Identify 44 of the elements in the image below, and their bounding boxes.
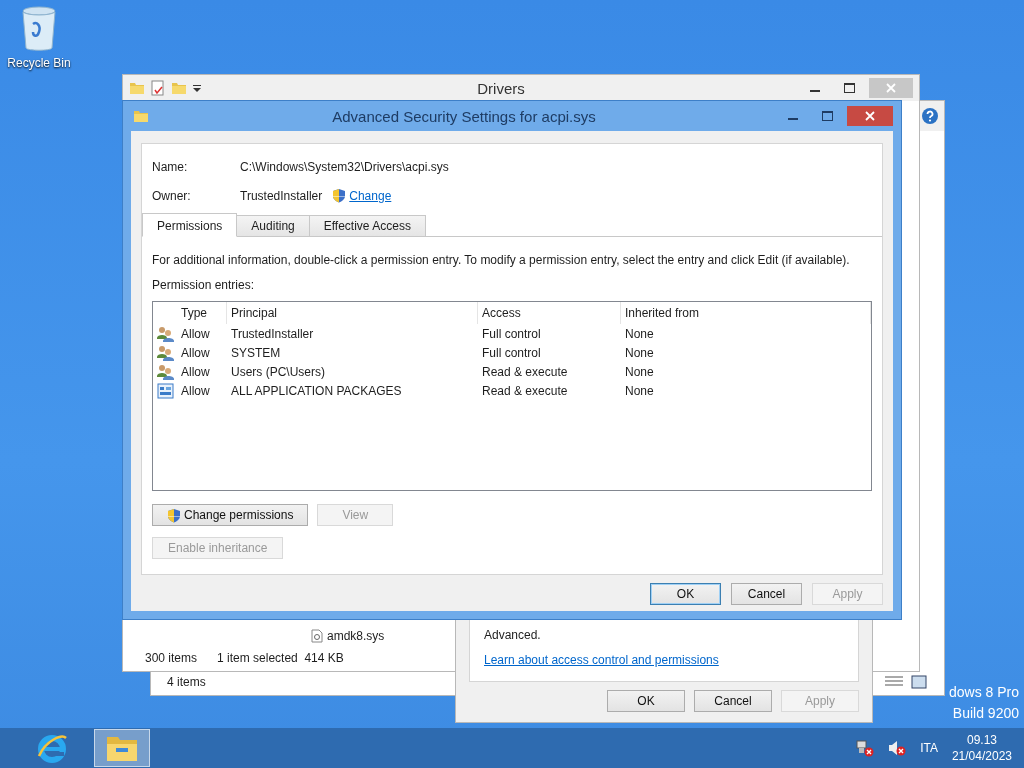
file-name[interactable]: amdk8.sys bbox=[327, 629, 385, 643]
table-cell-text: SYSTEM bbox=[230, 344, 282, 362]
table-cell-text: Allow bbox=[180, 344, 211, 362]
language-indicator[interactable]: ITA bbox=[920, 741, 938, 755]
table-cell-text: None bbox=[624, 382, 655, 400]
dialog-button[interactable]: Cancel bbox=[694, 690, 772, 712]
table-cell-text: None bbox=[624, 325, 655, 343]
dialog-button[interactable]: OK bbox=[607, 690, 685, 712]
status-item-count: 4 items bbox=[167, 675, 206, 689]
table-cell-text: Read & execute bbox=[481, 363, 569, 381]
dialog-button[interactable]: Cancel bbox=[731, 583, 802, 605]
os-watermark-text: Build 9200 bbox=[952, 705, 1019, 721]
table-cell-text: Allow bbox=[180, 382, 211, 400]
table-cell-text: Users (PC\Users) bbox=[230, 363, 326, 381]
clock-time[interactable]: 09.13 bbox=[966, 733, 997, 747]
file-path: C:\Windows\System32\Drivers\acpi.sys bbox=[240, 160, 450, 174]
change-link[interactable]: Change bbox=[349, 188, 392, 203]
tab[interactable]: Permissions bbox=[142, 213, 238, 237]
table-cell-text: Allow bbox=[180, 363, 211, 381]
info-text: For additional information, double-click a permission entry. To modify a permission entry, select the entry and click Edit (if available). bbox=[152, 253, 851, 267]
dialog-button[interactable]: OK bbox=[650, 583, 721, 605]
tab[interactable]: Effective Access bbox=[309, 215, 426, 237]
owner-name: TrustedInstaller bbox=[240, 188, 323, 203]
tab[interactable]: Auditing bbox=[237, 215, 310, 237]
table-cell-text: Full control bbox=[481, 325, 542, 343]
table-cell-text: Read & execute bbox=[481, 382, 569, 400]
status-item-count: 300 items bbox=[145, 651, 198, 665]
name-label: Name: bbox=[152, 160, 189, 174]
table-cell-text: None bbox=[624, 344, 655, 362]
os-watermark-text: dows 8 Pro bbox=[948, 684, 1019, 700]
table-cell-text: Full control bbox=[481, 344, 542, 362]
table-cell-text: Allow bbox=[180, 325, 211, 343]
table-cell-text: TrustedInstaller bbox=[230, 325, 315, 343]
action-button[interactable]: Change permissions bbox=[152, 504, 309, 526]
dialog-title: Advanced Security Settings for acpi.sys bbox=[331, 107, 597, 125]
owner-label: Owner: bbox=[152, 188, 192, 203]
window-title: Drivers bbox=[476, 79, 526, 97]
help-link[interactable]: Learn about access control and permissions bbox=[484, 653, 844, 667]
clock-date[interactable]: 21/04/2023 bbox=[951, 749, 1012, 763]
table-cell-text: None bbox=[624, 363, 655, 381]
advanced-text: Advanced. bbox=[484, 628, 541, 642]
entries-label: Permission entries: bbox=[152, 278, 256, 292]
status-selection: 1 item selected 414 KB bbox=[217, 651, 344, 665]
table-cell-text: ALL APPLICATION PACKAGES bbox=[230, 382, 403, 400]
